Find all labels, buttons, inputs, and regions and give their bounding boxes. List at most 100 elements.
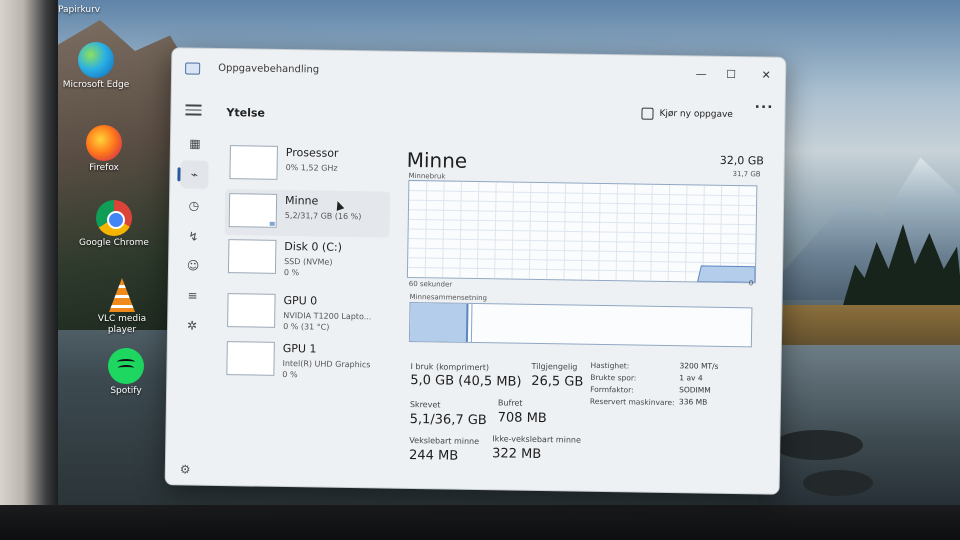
in-use-label: I bruk (komprimert): [410, 361, 490, 373]
edge-icon: [78, 42, 114, 78]
desktop-icon-label: VLC media player: [97, 314, 147, 335]
performance-icon[interactable]: ⌁: [186, 167, 202, 182]
gpu0-thumbnail: [227, 293, 276, 328]
spotify-icon: [108, 348, 144, 384]
details-icon[interactable]: ≡: [184, 288, 200, 302]
memory-composition-label: Minnesammensetning: [409, 292, 488, 303]
disk-thumbnail: [227, 239, 277, 274]
speed-label: Hastighet:: [590, 360, 630, 371]
settings-gear-icon[interactable]: ⚙: [180, 462, 191, 476]
resource-detail-line: 0 %: [283, 267, 300, 278]
processor-thumbnail: [229, 145, 278, 180]
hardware-reserved-value: 336 MB: [678, 397, 708, 407]
memory-usage-area: [696, 265, 756, 283]
vlc-cone-icon: [109, 278, 135, 312]
speed-value: 3200 MT/s: [679, 361, 719, 371]
startup-apps-icon[interactable]: ↯: [185, 229, 201, 243]
window-title: Oppgavebehandling: [218, 62, 320, 76]
task-manager-window[interactable]: Oppgavebehandling — ☐ ✕ Ytelse Kjør ny o…: [164, 47, 787, 495]
form-factor-label: Formfaktor:: [590, 384, 634, 395]
monitor-bezel: [0, 0, 58, 540]
slots-used-label: Brukte spor:: [590, 372, 637, 383]
desktop-icon-firefox[interactable]: Firefox: [68, 125, 140, 174]
resource-name: Minne: [284, 194, 319, 208]
resource-detail-line: 0 % (31 °C): [283, 321, 330, 332]
nonpaged-pool-value: 322 MB: [492, 446, 542, 463]
firefox-icon: [86, 125, 122, 161]
recycle-bin-label: Papirkurv: [58, 5, 101, 15]
in-use-value: 5,0 GB (40,5 MB): [410, 372, 522, 390]
desktop-label-recycle-bin[interactable]: Papirkurv: [58, 5, 118, 16]
resource-detail-line: 0 %: [282, 369, 298, 380]
cached-label: Bufret: [497, 398, 523, 408]
resource-name: Disk 0 (C:): [284, 239, 343, 254]
desktop-icon-vlc[interactable]: VLC media player: [86, 278, 158, 336]
resource-detail: Intel(R) UHD Graphics 0 %: [282, 358, 370, 381]
nonpaged-pool-label: Ikke-vekslebart minne: [492, 434, 581, 445]
resource-gpu-0[interactable]: GPU 0 NVIDIA T1200 Lapto... 0 % (31 °C): [223, 289, 389, 338]
chrome-icon: [96, 200, 132, 236]
desktop-icon-spotify[interactable]: Spotify: [90, 348, 162, 397]
desktop-icon-label: Spotify: [110, 386, 142, 396]
resource-disk-0[interactable]: Disk 0 (C:) SSD (NVMe) 0 %: [224, 235, 390, 284]
memory-usage-max: 31,7 GB: [732, 170, 761, 179]
memory-usage-graph: [406, 179, 758, 284]
desktop-icon-label: Firefox: [89, 163, 119, 173]
users-icon[interactable]: ☺: [185, 258, 201, 272]
app-history-icon[interactable]: ◷: [186, 198, 202, 212]
close-button[interactable]: ✕: [752, 65, 780, 85]
resource-detail: 0% 1,52 GHz: [285, 163, 338, 173]
resource-memory[interactable]: Minne 5,2/31,7 GB (16 %): [224, 189, 391, 238]
memory-thumbnail: [228, 193, 278, 228]
memory-in-use-segment: [409, 302, 469, 342]
memory-modified-segment: [471, 303, 473, 342]
desktop-icon-chrome[interactable]: Google Chrome: [78, 200, 150, 249]
hamburger-menu-button[interactable]: [185, 104, 202, 116]
resource-detail: SSD (NVMe) 0 %: [284, 256, 333, 279]
services-icon[interactable]: ✲: [184, 318, 200, 332]
memory-composition-bar: [408, 301, 753, 348]
run-task-label: Kjør ny oppgave: [659, 108, 733, 121]
resource-name: Prosessor: [285, 146, 339, 160]
memory-usage-svg: [408, 181, 757, 283]
paged-pool-label: Vekslebart minne: [409, 435, 480, 447]
committed-value: 5,1/36,7 GB: [409, 411, 487, 429]
paged-pool-value: 244 MB: [408, 447, 459, 464]
resource-gpu-1[interactable]: GPU 1 Intel(R) UHD Graphics 0 %: [222, 337, 388, 386]
gpu1-thumbnail: [226, 341, 275, 376]
cached-value: 708 MB: [497, 410, 547, 427]
memory-title: Minne: [406, 147, 468, 173]
resource-processor[interactable]: Prosessor 0% 1,52 GHz: [225, 141, 391, 190]
wallpaper-rock: [803, 470, 873, 496]
memory-total: 32,0 GB: [719, 153, 764, 168]
monitor-bezel-bottom: [0, 505, 960, 540]
time-axis-end: 0: [748, 279, 754, 288]
more-options-button[interactable]: ···: [754, 99, 773, 115]
resource-detail: NVIDIA T1200 Lapto... 0 % (31 °C): [283, 310, 371, 333]
available-label: Tilgjengelig: [531, 361, 578, 372]
desktop-icon-edge[interactable]: Microsoft Edge: [60, 42, 132, 91]
resource-detail-line: NVIDIA T1200 Lapto...: [283, 310, 372, 322]
slots-used-value: 1 av 4: [679, 373, 703, 383]
time-axis-label: 60 sekunder: [408, 279, 453, 289]
resource-name: GPU 0: [283, 293, 318, 308]
title-bar[interactable]: Oppgavebehandling — ☐ ✕: [172, 48, 785, 94]
desktop-icon-label: Google Chrome: [79, 238, 149, 248]
resource-detail: 5,2/31,7 GB (16 %): [284, 210, 362, 222]
run-new-task-button[interactable]: Kjør ny oppgave: [641, 104, 733, 125]
maximize-button[interactable]: ☐: [717, 65, 745, 85]
page-title: Ytelse: [226, 106, 266, 120]
run-task-icon: [641, 107, 654, 120]
resource-detail-line: Intel(R) UHD Graphics: [282, 358, 371, 370]
desktop-icon-label: Microsoft Edge: [62, 80, 130, 90]
form-factor-value: SODIMM: [679, 385, 711, 395]
available-value: 26,5 GB: [531, 373, 584, 390]
nav-active-indicator: [177, 167, 181, 182]
resource-name: GPU 1: [282, 341, 317, 356]
hardware-reserved-label: Reservert maskinvare:: [589, 396, 675, 408]
processes-icon[interactable]: ▦: [187, 136, 203, 150]
resource-detail-line: SSD (NVMe): [284, 256, 333, 267]
wallpaper-rock: [773, 430, 863, 460]
minimize-button[interactable]: —: [687, 64, 715, 84]
committed-label: Skrevet: [409, 399, 441, 410]
